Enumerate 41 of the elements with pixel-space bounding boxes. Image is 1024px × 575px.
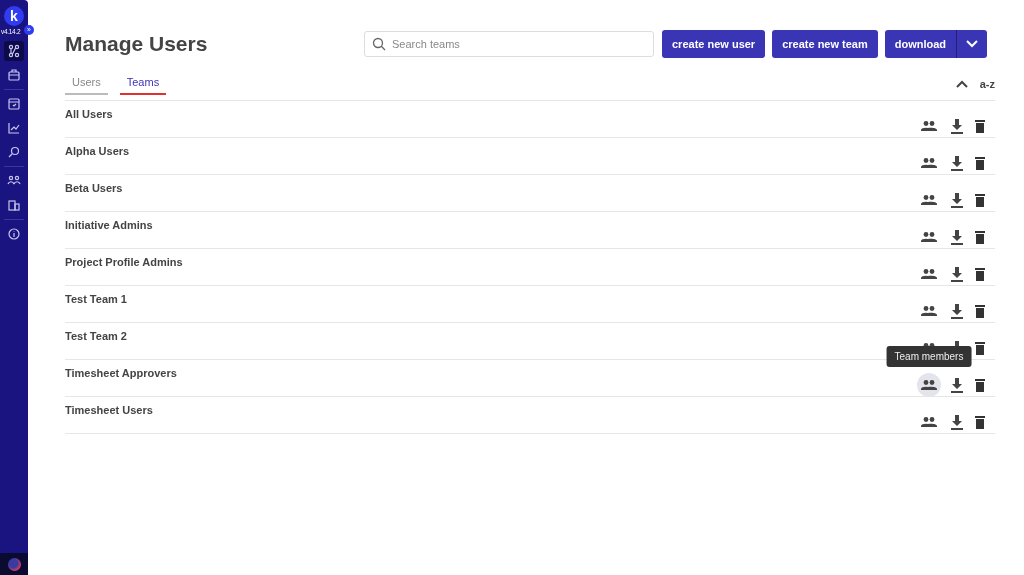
trash-icon[interactable] [973,377,987,393]
page-title: Manage Users [65,32,209,56]
dropdown-button[interactable] [956,30,988,58]
team-name[interactable]: Beta Users [65,175,917,194]
download-icon[interactable] [949,117,965,135]
download-icon[interactable] [949,228,965,246]
logo[interactable]: k [4,6,24,26]
create-team-button[interactable]: create new team [772,30,878,58]
sort-label[interactable]: a-z [979,78,995,90]
download-icon[interactable] [949,413,965,431]
team-name[interactable]: Timesheet Users [65,397,917,416]
download-icon[interactable] [949,265,965,283]
trash-icon[interactable] [973,303,987,319]
tooltip: Team members [886,346,972,367]
team-name[interactable]: Initiative Admins [65,212,917,231]
trash-icon[interactable] [973,118,987,134]
caret-icon [966,40,979,48]
avatar[interactable] [7,557,21,571]
trash-icon[interactable] [973,340,987,356]
team-name[interactable]: Test Team 1 [65,286,917,305]
tab[interactable]: Users [65,73,108,95]
team-members-icon[interactable] [917,373,941,397]
download-icon[interactable] [949,302,965,320]
trash-icon[interactable] [973,266,987,282]
hierarchy-icon[interactable] [4,41,24,61]
create-user-button[interactable]: create new user [662,30,766,58]
download-icon[interactable] [949,191,965,209]
trash-icon[interactable] [973,414,987,430]
team-name[interactable]: Alpha Users [65,138,917,157]
trash-icon[interactable] [973,229,987,245]
download-button[interactable]: download [884,30,957,58]
search-field[interactable]: Search teams [364,31,654,57]
tab[interactable]: Teams [119,73,167,95]
team-name[interactable]: Project Profile Admins [65,249,917,268]
sort-up-icon[interactable] [955,80,968,88]
trash-icon[interactable] [973,192,987,208]
download-icon[interactable] [949,154,965,172]
team-name[interactable]: All Users [65,101,917,120]
trash-icon[interactable] [973,155,987,171]
download-icon[interactable] [949,376,965,394]
team-name[interactable]: Test Team 2 [65,323,917,342]
